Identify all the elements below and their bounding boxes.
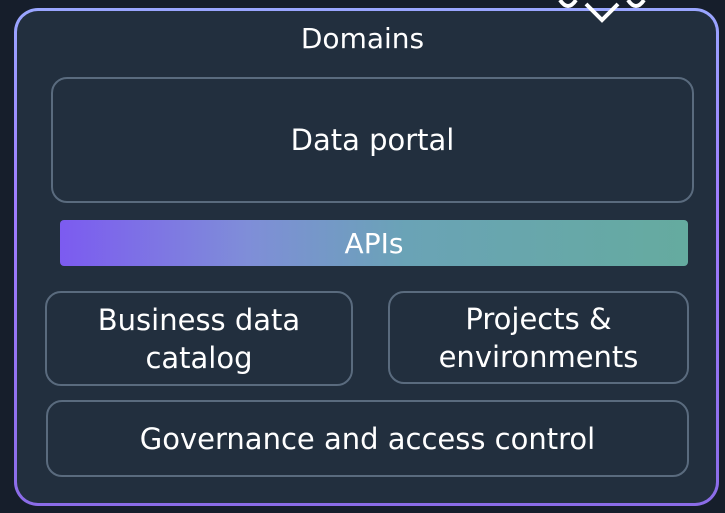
business-catalog-box: Business data catalog xyxy=(45,291,353,386)
business-catalog-label: Business data catalog xyxy=(97,302,301,375)
governance-box: Governance and access control xyxy=(46,400,689,477)
data-portal-label: Data portal xyxy=(290,123,455,157)
apis-bar: APIs xyxy=(60,220,688,266)
diagram-title: Domains xyxy=(300,22,425,55)
data-portal-box: Data portal xyxy=(51,77,694,203)
governance-label: Governance and access control xyxy=(139,421,596,456)
projects-environments-label: Projects & environments xyxy=(438,301,639,374)
projects-environments-box: Projects & environments xyxy=(388,291,689,384)
apis-label: APIs xyxy=(344,226,404,260)
